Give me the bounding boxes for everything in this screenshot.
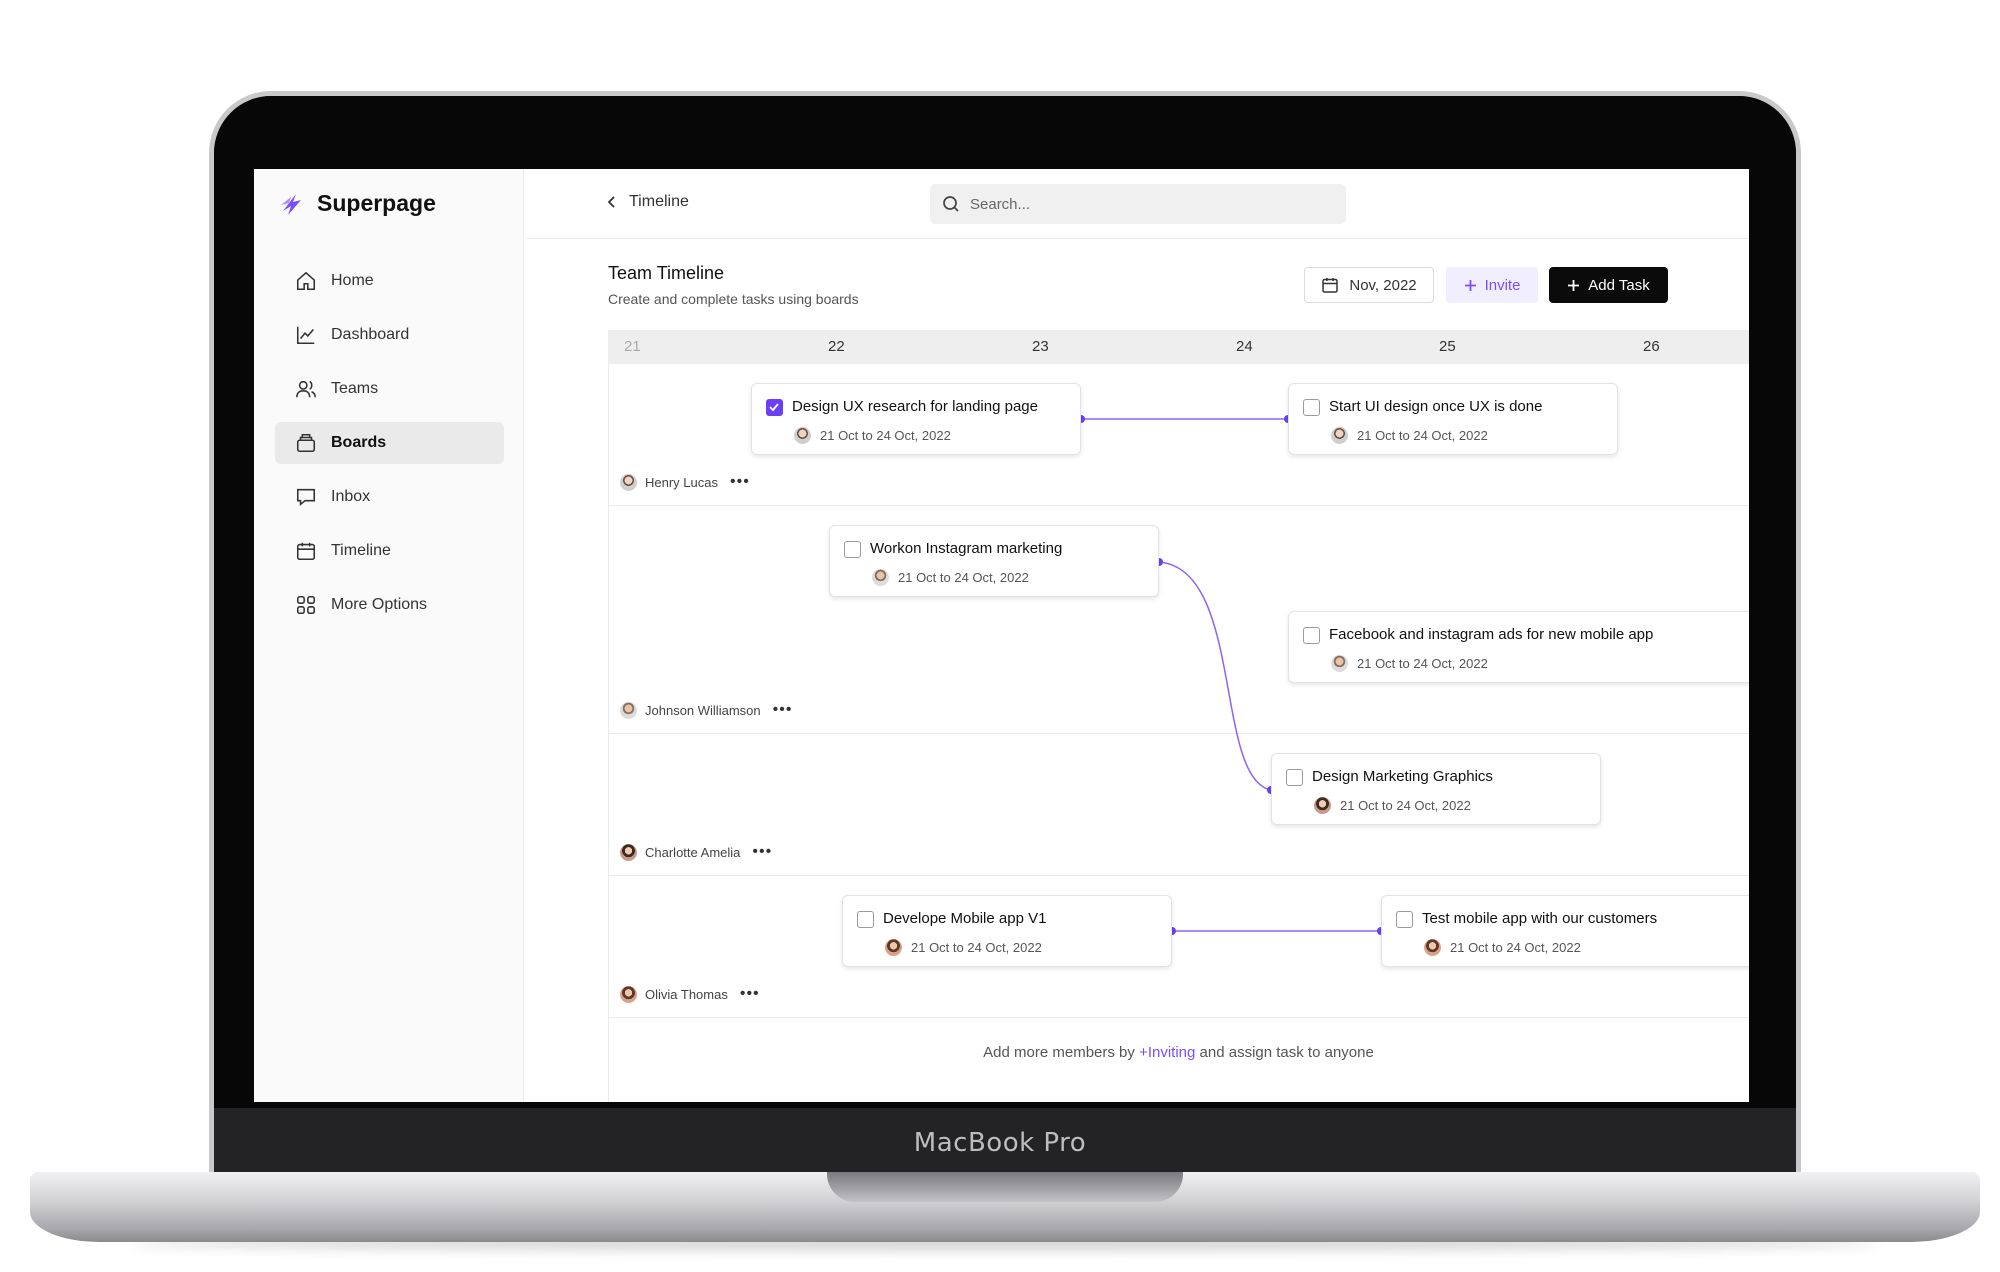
task-checkbox[interactable] [766,399,783,416]
task-dates: 21 Oct to 24 Oct, 2022 [1357,656,1488,671]
task-meta: 21 Oct to 24 Oct, 2022 [872,569,1029,586]
assignee-avatar [1331,655,1348,672]
laptop-brand: MacBook Pro [913,1128,1087,1158]
task-dates: 21 Oct to 24 Oct, 2022 [1357,428,1488,443]
member-name: Olivia Thomas [645,986,728,1002]
task-title: Test mobile app with our customers [1422,910,1658,927]
task-meta: 21 Oct to 24 Oct, 2022 [1314,797,1471,814]
device-stage: MacBook Pro Superpage Home Dashboard Tea… [0,0,2000,1272]
task-dates: 21 Oct to 24 Oct, 2022 [1340,798,1471,813]
member-row: Charlotte Amelia ••• [620,843,772,861]
assignee-avatar [794,427,811,444]
task-card[interactable]: Start UI design once UX is done 21 Oct t… [1288,383,1618,455]
member-row: Olivia Thomas ••• [620,985,760,1003]
member-row: Henry Lucas ••• [620,473,750,491]
task-title: Facebook and instagram ads for new mobil… [1329,626,1654,643]
task-card[interactable]: Develope Mobile app V1 21 Oct to 24 Oct,… [842,895,1172,967]
member-avatar [620,473,637,491]
task-checkbox[interactable] [1286,769,1303,786]
task-meta: 21 Oct to 24 Oct, 2022 [794,427,951,444]
task-card[interactable]: Design Marketing Graphics 21 Oct to 24 O… [1271,753,1601,825]
task-title: Design UX research for landing page [792,398,1038,415]
member-avatar [620,843,637,861]
task-title: Start UI design once UX is done [1329,398,1543,415]
task-meta: 21 Oct to 24 Oct, 2022 [1331,655,1488,672]
task-meta: 21 Oct to 24 Oct, 2022 [885,939,1042,956]
dependency-line [1158,561,1272,791]
task-meta: 21 Oct to 24 Oct, 2022 [1331,427,1488,444]
task-card[interactable]: Facebook and instagram ads for new mobil… [1288,611,1749,683]
member-name: Charlotte Amelia [645,844,741,860]
task-card[interactable]: Workon Instagram marketing 21 Oct to 24 … [829,525,1159,597]
task-checkbox[interactable] [844,541,861,558]
invite-hint-after: and assign task to anyone [1195,1044,1374,1061]
task-title: Develope Mobile app V1 [883,910,1047,927]
task-checkbox[interactable] [857,911,874,928]
more-options-icon[interactable]: ••• [730,473,750,491]
assignee-avatar [1331,427,1348,444]
check-icon [769,403,779,412]
task-checkbox[interactable] [1396,911,1413,928]
member-name: Henry Lucas [645,474,718,490]
invite-hint-before: Add more members by [983,1044,1140,1061]
task-title: Design Marketing Graphics [1312,768,1493,785]
assignee-avatar [885,939,902,956]
task-checkbox[interactable] [1303,627,1320,644]
more-options-icon[interactable]: ••• [740,985,760,1003]
assignee-avatar [872,569,889,586]
task-dates: 21 Oct to 24 Oct, 2022 [911,940,1042,955]
task-title: Workon Instagram marketing [870,540,1063,557]
task-card[interactable]: Test mobile app with our customers 21 Oc… [1381,895,1749,967]
task-card[interactable]: Design UX research for landing page 21 O… [751,383,1081,455]
member-name: Johnson Williamson [645,702,761,718]
more-options-icon[interactable]: ••• [752,843,772,861]
member-avatar [620,985,637,1003]
more-options-icon[interactable]: ••• [773,701,793,719]
assignee-avatar [1424,939,1441,956]
member-row: Johnson Williamson ••• [620,701,792,719]
member-avatar [620,701,637,719]
invite-link[interactable]: +Inviting [1139,1044,1195,1061]
app-screen: Superpage Home Dashboard Teams Boards In… [254,169,1749,1102]
laptop-notch [827,1172,1183,1202]
assignee-avatar [1314,797,1331,814]
task-dates: 21 Oct to 24 Oct, 2022 [898,570,1029,585]
task-checkbox[interactable] [1303,399,1320,416]
task-dates: 21 Oct to 24 Oct, 2022 [1450,940,1581,955]
invite-hint: Add more members by +Inviting and assign… [608,1044,1749,1061]
task-meta: 21 Oct to 24 Oct, 2022 [1424,939,1581,956]
task-dates: 21 Oct to 24 Oct, 2022 [820,428,951,443]
